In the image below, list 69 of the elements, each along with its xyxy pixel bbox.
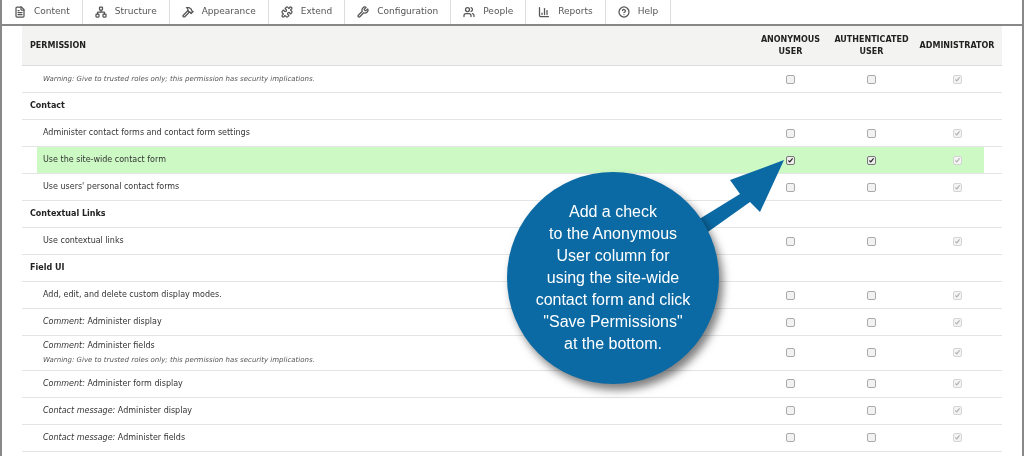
checkbox[interactable]: [786, 182, 795, 192]
check-icon: [953, 407, 961, 414]
permission-label: Comment: Administer display: [43, 316, 162, 328]
check-icon: [953, 75, 961, 83]
toolbar-link[interactable]: Content: [2, 0, 83, 24]
permission-label: Use users' personal contact forms: [43, 181, 180, 193]
toolbar-link[interactable]: People: [451, 0, 527, 24]
permission-label: Comment: Administer fields: [43, 340, 156, 352]
toolbar-link[interactable]: Appearance: [169, 0, 269, 24]
module-name: Contextual Links: [29, 208, 106, 220]
document-icon: [14, 6, 26, 18]
checkbox[interactable]: [867, 128, 876, 138]
checkbox[interactable]: [786, 348, 795, 358]
module-name: Field UI: [29, 262, 65, 274]
check-icon: [953, 380, 961, 387]
permission-label: Contact message: Administer display: [43, 404, 193, 417]
permission-label: Comment: Administer form display: [43, 377, 183, 390]
toolbar-link[interactable]: Help: [605, 0, 672, 24]
checkbox[interactable]: [786, 290, 795, 300]
checkbox[interactable]: [786, 155, 795, 165]
checkbox[interactable]: [867, 317, 876, 327]
checkbox[interactable]: [786, 406, 795, 415]
checkbox[interactable]: [867, 74, 876, 84]
check-icon: [953, 291, 961, 299]
bar-chart-icon: [538, 6, 551, 18]
toolbar-link[interactable]: Extend: [268, 0, 346, 24]
checkbox[interactable]: [867, 155, 876, 165]
checkbox[interactable]: [786, 433, 795, 442]
permission-label: Contact message: Administer fields: [43, 431, 186, 444]
permission-label: Add, edit, and delete custom display modes.: [43, 289, 222, 301]
checkbox[interactable]: [867, 236, 876, 246]
column-header: ANONYMOUS USER: [759, 33, 822, 58]
hammer-icon: [181, 6, 194, 18]
help-icon: [617, 6, 630, 18]
callout-text: Add a check to the Anonymous User column for using the site-wide contact form and click "Save Permissions" at the bottom.: [535, 202, 691, 354]
check-icon: [953, 237, 961, 245]
check-icon: [787, 156, 794, 164]
checkbox[interactable]: [786, 236, 795, 246]
sitemap-icon: [94, 6, 107, 18]
check-icon: [953, 318, 961, 326]
check-icon: [953, 129, 961, 137]
check-icon: [953, 434, 961, 441]
permission-label: Use the site-wide contact form: [43, 154, 166, 166]
checkbox[interactable]: [786, 128, 795, 138]
column-header: AUTHENTICATED USER: [833, 33, 910, 58]
module-name: Contact: [29, 100, 65, 112]
wrench-icon: [357, 6, 370, 18]
check-icon: [868, 156, 875, 164]
checkbox[interactable]: [867, 379, 876, 388]
toolbar-link[interactable]: Reports: [526, 0, 606, 24]
toolbar-link[interactable]: Configuration: [345, 0, 452, 24]
puzzle-icon: [280, 6, 293, 18]
people-icon: [463, 6, 476, 18]
permission-label: Administer contact forms and contact form settings: [43, 127, 250, 139]
checkbox[interactable]: [786, 317, 795, 327]
checkbox[interactable]: [867, 290, 876, 300]
checkbox[interactable]: [786, 379, 795, 388]
permission-label: Use contextual links: [43, 235, 124, 247]
check-icon: [953, 183, 961, 191]
column-header: PERMISSION: [29, 39, 88, 52]
toolbar-link[interactable]: Structure: [82, 0, 170, 24]
checkbox[interactable]: [786, 74, 795, 84]
checkbox[interactable]: [867, 182, 876, 192]
checkbox[interactable]: [867, 406, 876, 415]
checkbox[interactable]: [867, 433, 876, 442]
check-icon: [953, 156, 961, 164]
check-icon: [953, 349, 961, 357]
checkbox[interactable]: [867, 348, 876, 358]
column-header: ADMINISTRATOR: [918, 39, 996, 52]
